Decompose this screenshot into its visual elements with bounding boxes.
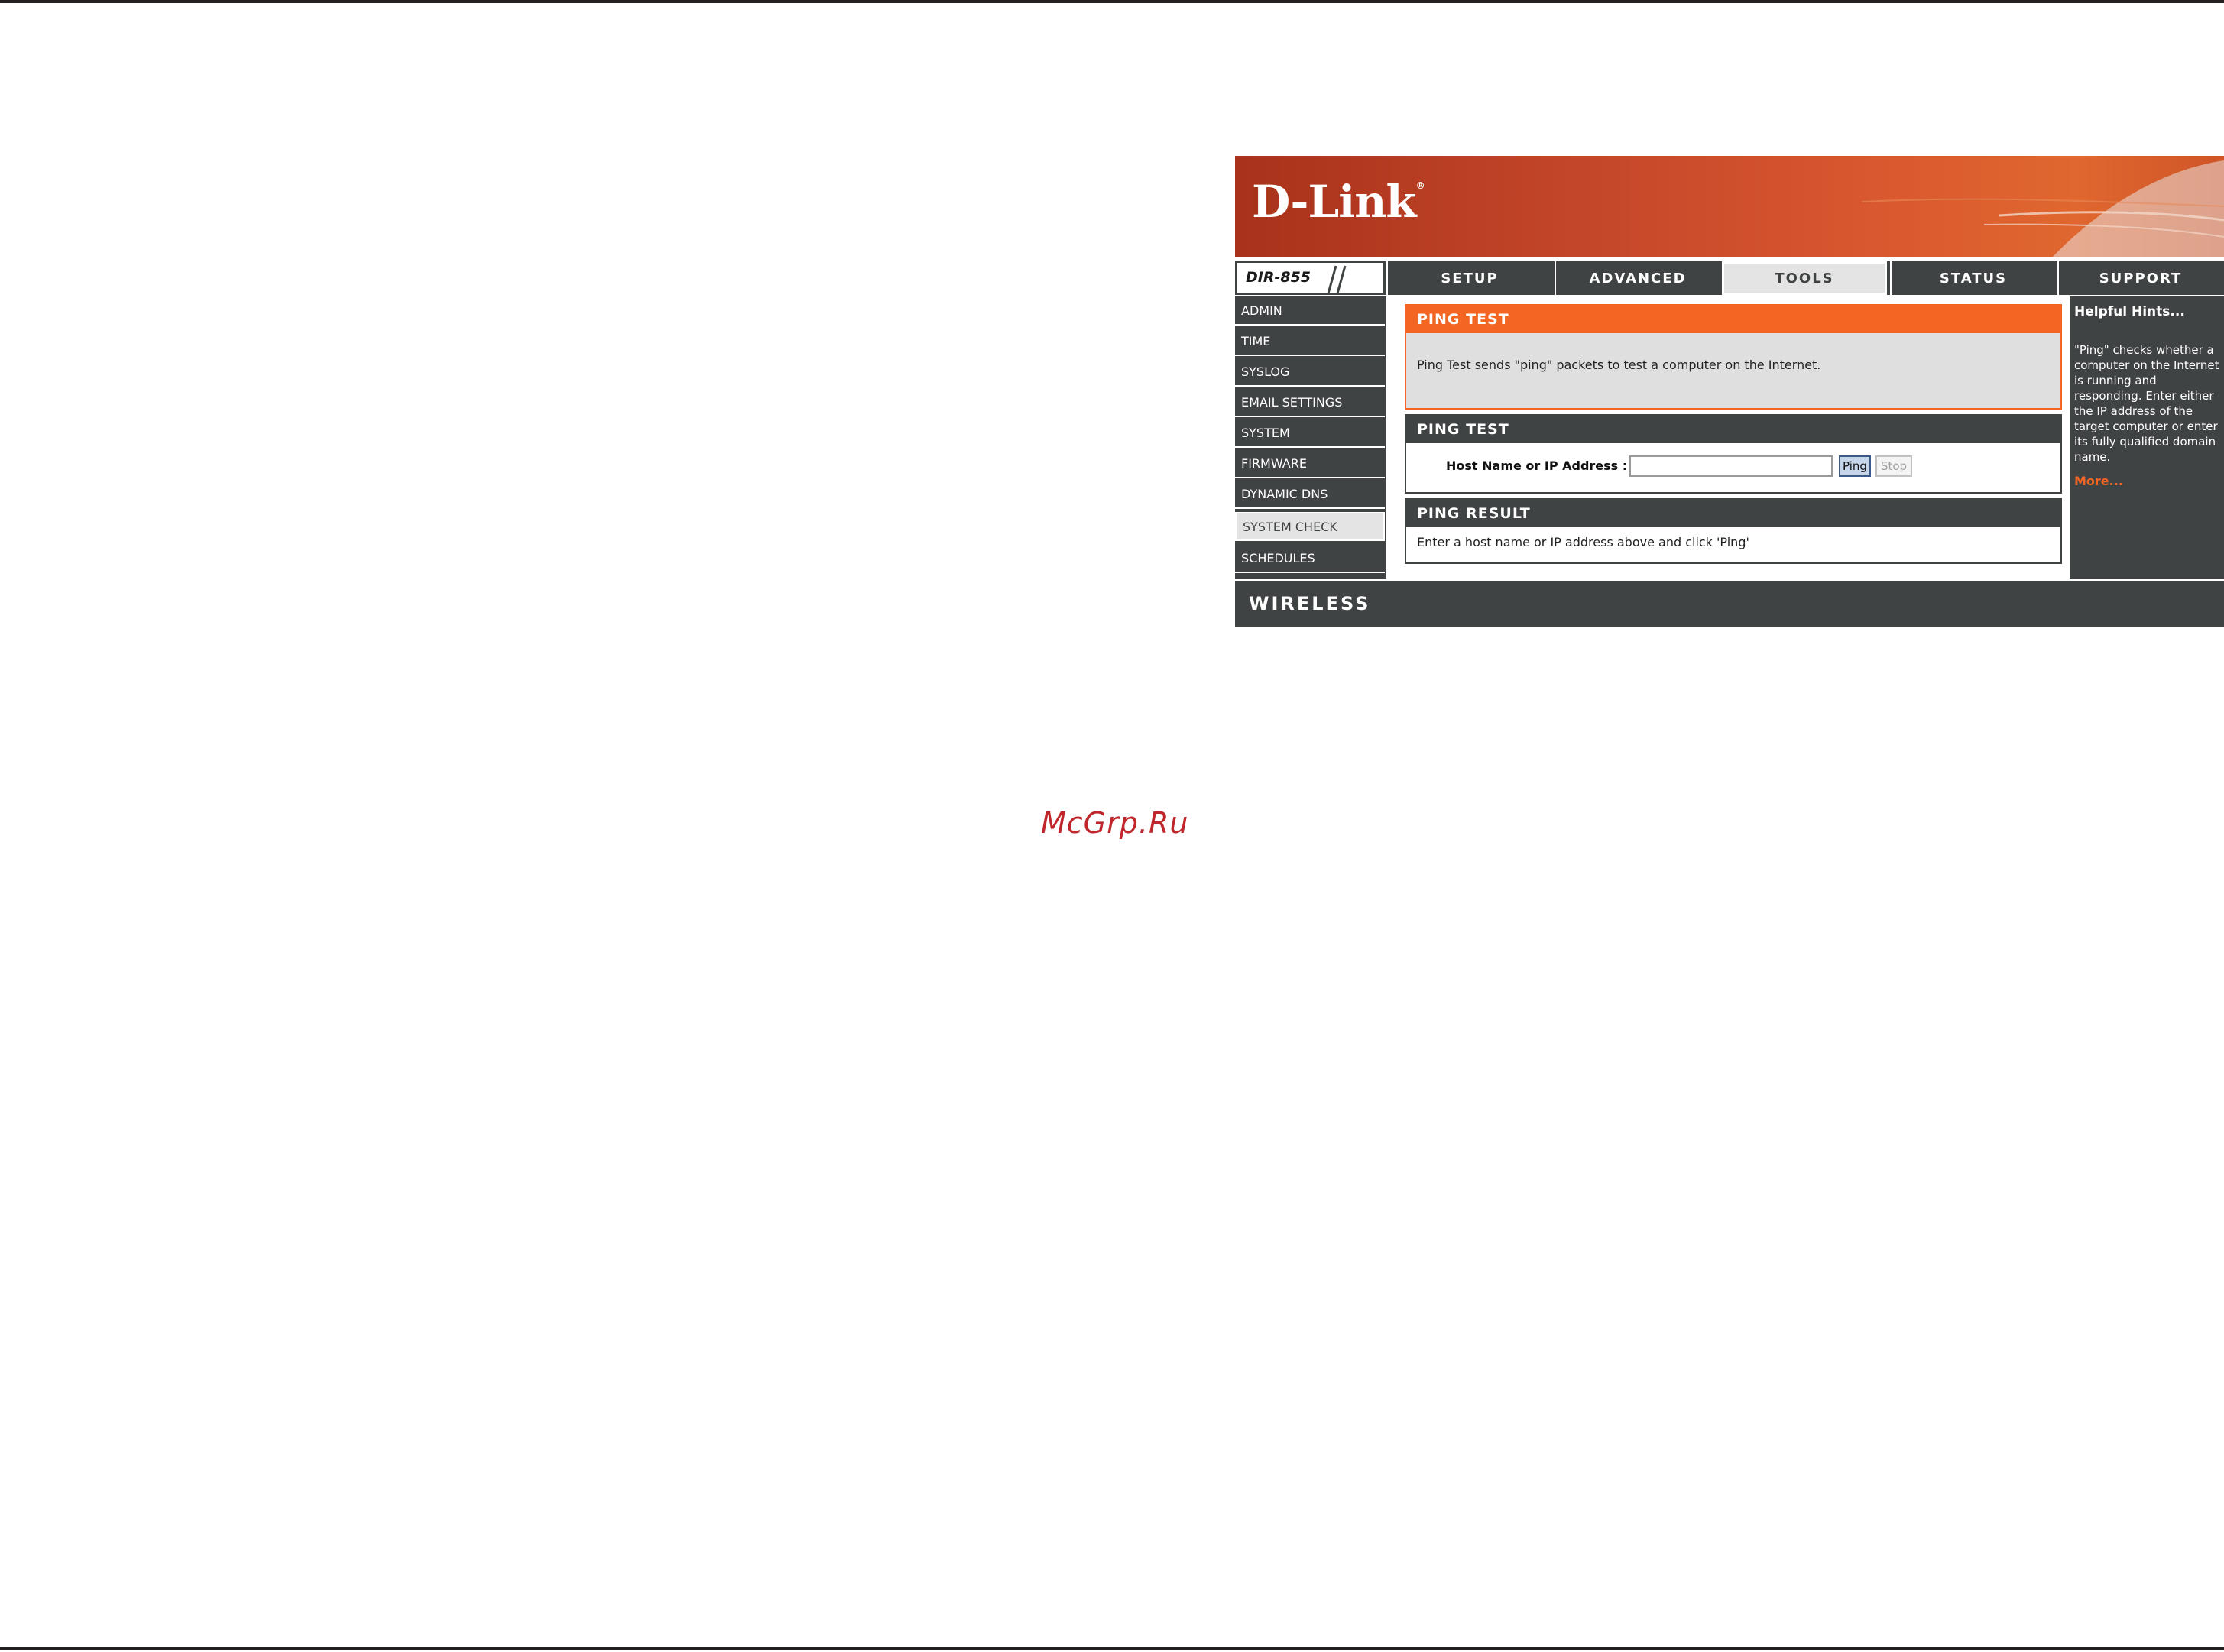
hints-body: "Ping" checks whether a computer on the … — [2074, 343, 2219, 464]
sidebar-item-firmware[interactable]: FIRMWARE — [1235, 449, 1385, 478]
ping-test-intro-panel: PING TEST Ping Test sends "ping" packets… — [1405, 304, 2062, 410]
sidebar-item-admin[interactable]: ADMIN — [1235, 296, 1385, 326]
page-bottom-rule — [0, 1647, 2224, 1650]
tab-support[interactable]: SUPPORT — [2057, 261, 2222, 295]
sidebar-menu: ADMIN TIME SYSLOG EMAIL SETTINGS SYSTEM … — [1235, 296, 1386, 579]
tab-advanced[interactable]: ADVANCED — [1555, 261, 1720, 295]
sidebar-item-system[interactable]: SYSTEM — [1235, 419, 1385, 448]
router-web-ui: D-Link® DIR-855 SETUP ADVANCED TOOLS STA… — [1235, 156, 2224, 627]
page-top-rule — [0, 0, 2224, 3]
intro-description: Ping Test sends "ping" packets to test a… — [1417, 358, 1821, 372]
sidebar-item-schedules[interactable]: SCHEDULES — [1235, 544, 1385, 573]
host-address-label: Host Name or IP Address : — [1446, 458, 1628, 473]
ping-test-title: PING TEST — [1406, 416, 2060, 443]
dlink-logo[interactable]: D-Link® — [1252, 176, 1425, 228]
intro-title: PING TEST — [1406, 306, 2060, 333]
helpful-hints-panel: Helpful Hints... "Ping" checks whether a… — [2070, 296, 2224, 579]
footer-wireless-label: WIRELESS — [1249, 593, 1371, 614]
ping-button[interactable]: Ping — [1839, 455, 1871, 477]
tab-tools[interactable]: TOOLS — [1722, 261, 1887, 295]
main-content: PING TEST Ping Test sends "ping" packets… — [1388, 296, 2068, 579]
host-address-input[interactable] — [1629, 455, 1833, 477]
top-nav-bar: DIR-855 SETUP ADVANCED TOOLS STATUS SUPP… — [1235, 261, 2224, 295]
sidebar-item-dynamic-dns[interactable]: DYNAMIC DNS — [1235, 480, 1385, 509]
hints-title: Helpful Hints... — [2074, 304, 2185, 319]
hints-more-link[interactable]: More... — [2074, 474, 2123, 488]
tab-setup[interactable]: SETUP — [1386, 261, 1551, 295]
model-name: DIR-855 — [1246, 269, 1311, 286]
sidebar-item-time[interactable]: TIME — [1235, 327, 1385, 356]
slash-divider-icon — [1327, 265, 1347, 294]
footer-bar: WIRELESS — [1235, 581, 2224, 627]
ping-result-title: PING RESULT — [1406, 500, 2060, 527]
watermark-text: McGrp.Ru — [1041, 806, 1189, 840]
sidebar-item-syslog[interactable]: SYSLOG — [1235, 358, 1385, 387]
ping-test-panel: PING TEST Host Name or IP Address : Ping… — [1405, 414, 2062, 494]
stop-button[interactable]: Stop — [1875, 455, 1912, 477]
tab-status[interactable]: STATUS — [1890, 261, 2055, 295]
ping-result-panel: PING RESULT Enter a host name or IP addr… — [1405, 498, 2062, 564]
model-badge: DIR-855 — [1235, 261, 1385, 295]
brand-banner: D-Link® — [1235, 156, 2224, 257]
sidebar-item-system-check[interactable]: SYSTEM CHECK — [1235, 512, 1385, 541]
ping-result-text: Enter a host name or IP address above an… — [1417, 535, 1749, 549]
sidebar-item-email-settings[interactable]: EMAIL SETTINGS — [1235, 388, 1385, 417]
